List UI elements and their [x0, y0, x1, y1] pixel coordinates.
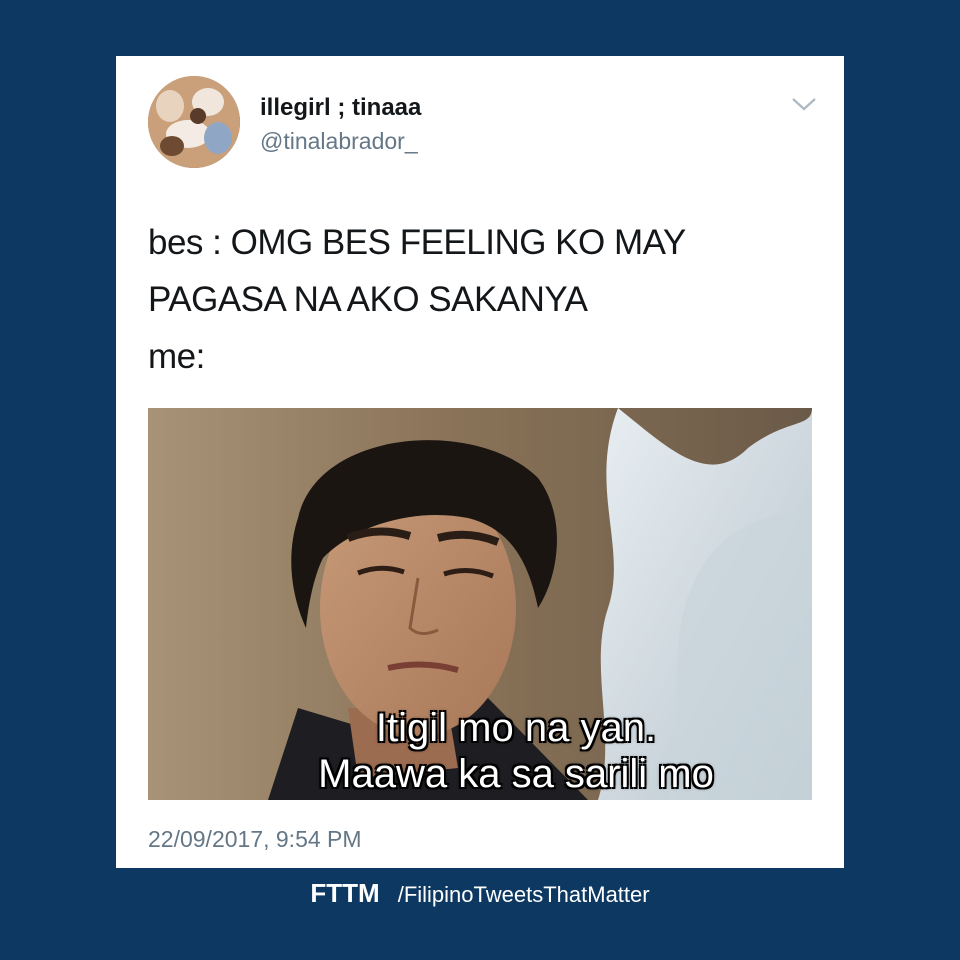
display-name[interactable]: illegirl ; tinaaa — [260, 94, 421, 122]
tweet-timestamp[interactable]: 22/09/2017, 9:54 PM — [148, 826, 362, 853]
footer-page-name: /FilipinoTweetsThatMatter — [397, 882, 650, 907]
footer-brand: FTTM — [310, 878, 380, 908]
user-handle[interactable]: @tinalabrador_ — [260, 128, 418, 155]
footer-branding: FTTM/FilipinoTweetsThatMatter — [0, 878, 960, 909]
tweet-media[interactable]: Itigil mo na yan. Maawa ka sa sarili mo — [148, 408, 812, 800]
meme-caption-line-1: Itigil mo na yan. — [375, 706, 657, 750]
avatar[interactable] — [148, 76, 240, 168]
chevron-down-icon[interactable] — [790, 94, 818, 114]
meme-caption-line-2: Maawa ka sa sarili mo — [318, 752, 714, 796]
tweet-text: bes : OMG BES FEELING KO MAY PAGASA NA A… — [148, 223, 686, 376]
avatar-image — [148, 76, 240, 168]
tweet-card: illegirl ; tinaaa @tinalabrador_ bes : O… — [116, 56, 844, 868]
